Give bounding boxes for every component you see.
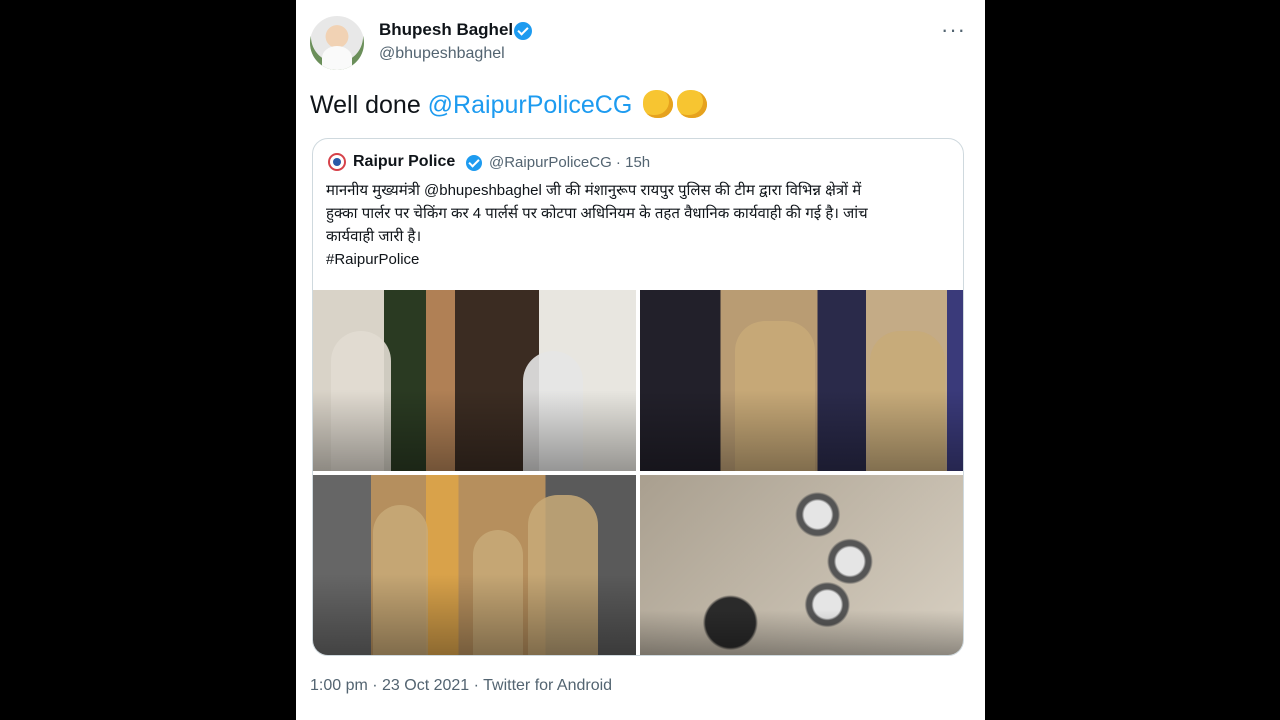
photo-shade (640, 389, 963, 471)
photo-shade (640, 610, 963, 655)
tweet-text: Well done @RaipurPoliceCG (310, 90, 708, 120)
photo-grid (313, 290, 963, 655)
mention-link[interactable]: @RaipurPoliceCG (428, 91, 633, 119)
photo-shade (313, 574, 636, 655)
tweet-text-prefix: Well done (310, 91, 428, 119)
quoted-meta: @RaipurPoliceCG · 15h (489, 154, 651, 171)
tweet-card: Bhupesh Baghel @bhupeshbaghel ··· Well d… (296, 0, 985, 720)
author-name[interactable]: Bhupesh Baghel (379, 20, 513, 40)
author-avatar[interactable] (310, 16, 364, 70)
quoted-line: कार्यवाही जारी है। (326, 228, 422, 245)
verified-badge-icon (514, 22, 532, 40)
police-raid-photo-1[interactable] (313, 290, 636, 471)
hashtag-link[interactable]: #RaipurPolice (326, 248, 956, 271)
tweet-timestamp[interactable]: 1:00 pm · 23 Oct 2021 · Twitter for Andr… (310, 677, 612, 695)
quoted-text: माननीय मुख्यमंत्री @bhupeshbaghel जी की … (326, 179, 956, 271)
more-options-icon[interactable]: ··· (941, 17, 966, 43)
police-raid-photo-3[interactable] (313, 475, 636, 655)
photo-shade (313, 389, 636, 471)
quoted-line: हुक्का पार्लर पर चेकिंग कर 4 पार्लर्स पर… (326, 205, 868, 222)
quoted-author-name[interactable]: Raipur Police (353, 153, 455, 171)
quoted-tweet[interactable]: Raipur Police @RaipurPoliceCG · 15h मानन… (312, 138, 964, 656)
quoted-line: माननीय मुख्यमंत्री @bhupeshbaghel जी की … (326, 182, 862, 199)
quoted-avatar[interactable] (328, 153, 346, 171)
clapping-hands-icon (677, 90, 708, 118)
quoted-verified-badge-icon (466, 155, 482, 171)
police-raid-photo-2[interactable] (640, 290, 963, 471)
clapping-hands-icon (643, 90, 674, 118)
author-handle[interactable]: @bhupeshbaghel (379, 45, 505, 63)
hookah-equipment-photo[interactable] (640, 475, 963, 655)
